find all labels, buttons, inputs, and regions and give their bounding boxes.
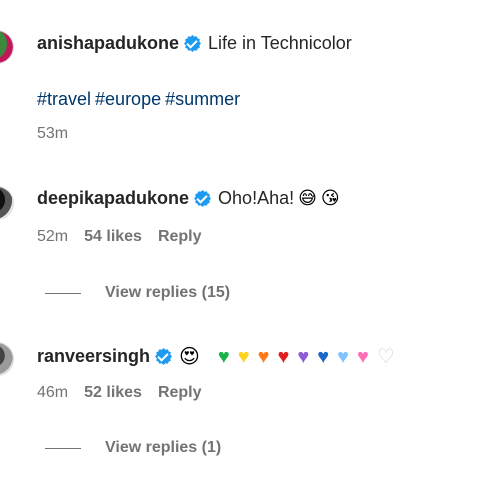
heart-emoji-icon: ♥ <box>297 345 310 368</box>
verified-badge-icon <box>184 35 202 52</box>
avatar-image <box>0 187 13 219</box>
heart-emoji-icon: ♡ <box>376 345 395 368</box>
heart-emoji-icon: ♥ <box>277 345 290 368</box>
view-replies-button[interactable]: View replies (15) <box>45 284 230 302</box>
emoji-icon: 😘 <box>320 188 340 209</box>
hearts-group: ♥ ♥ ♥ ♥ ♥ ♥ ♥ ♥ ♡ <box>214 347 399 367</box>
reply-button[interactable]: Reply <box>158 228 202 246</box>
likes-count[interactable]: 52 likes <box>84 384 142 402</box>
avatar-image <box>0 31 13 63</box>
verified-badge-icon <box>155 348 173 365</box>
comment-row: ranveersingh 😍 ♥ ♥ ♥ ♥ ♥ ♥ ♥ ♥ ♡ <box>37 344 399 369</box>
hashtag-link[interactable]: #europe <box>95 89 161 110</box>
heart-emoji-icon: ♥ <box>317 345 330 368</box>
avatar-deepikapadukone[interactable] <box>0 186 14 220</box>
timestamp[interactable]: 53m <box>37 125 68 143</box>
comment-meta: 46m 52 likes Reply <box>37 384 202 402</box>
likes-count[interactable]: 54 likes <box>84 228 142 246</box>
hashtag-link[interactable]: #summer <box>165 89 240 110</box>
hashtags-row: #travel #europe #summer <box>37 89 244 110</box>
heart-emoji-icon: ♥ <box>357 345 369 368</box>
timestamp[interactable]: 46m <box>37 384 68 402</box>
reply-button[interactable]: Reply <box>158 384 202 402</box>
comment-meta: 52m 54 likes Reply <box>37 228 202 246</box>
caption-text: Life in Technicolor <box>208 33 352 53</box>
view-replies-label: View replies (15) <box>105 284 231 301</box>
username-link[interactable]: ranveersingh <box>37 346 150 367</box>
heart-emoji-icon: ♥ <box>337 345 350 368</box>
timestamp[interactable]: 52m <box>37 228 68 246</box>
caption-row: anishapadukone Life in Technicolor <box>37 33 352 54</box>
username-link[interactable]: anishapadukone <box>37 33 179 54</box>
comment-row: deepikapadukone Oho!Aha! 😅 😘 <box>37 188 340 209</box>
heart-emoji-icon: ♥ <box>237 345 250 368</box>
heart-emoji-icon: ♥ <box>217 345 230 368</box>
emoji-icon: 😅 <box>298 188 317 209</box>
divider-line <box>45 447 81 449</box>
comment-text: Oho!Aha! <box>218 188 295 208</box>
view-replies-label: View replies (1) <box>105 439 222 456</box>
view-replies-button[interactable]: View replies (1) <box>45 439 221 457</box>
divider-line <box>45 292 81 294</box>
heart-emoji-icon: ♥ <box>257 345 270 368</box>
verified-badge-icon <box>194 190 212 207</box>
hashtag-link[interactable]: #travel <box>37 89 91 110</box>
caption-meta: 53m <box>37 125 68 143</box>
avatar-anishapadukone[interactable] <box>0 30 14 64</box>
avatar-ranveersingh[interactable] <box>0 342 14 376</box>
heart-eyes-emoji-icon: 😍 <box>179 346 200 368</box>
username-link[interactable]: deepikapadukone <box>37 188 189 209</box>
avatar-image <box>0 343 13 375</box>
